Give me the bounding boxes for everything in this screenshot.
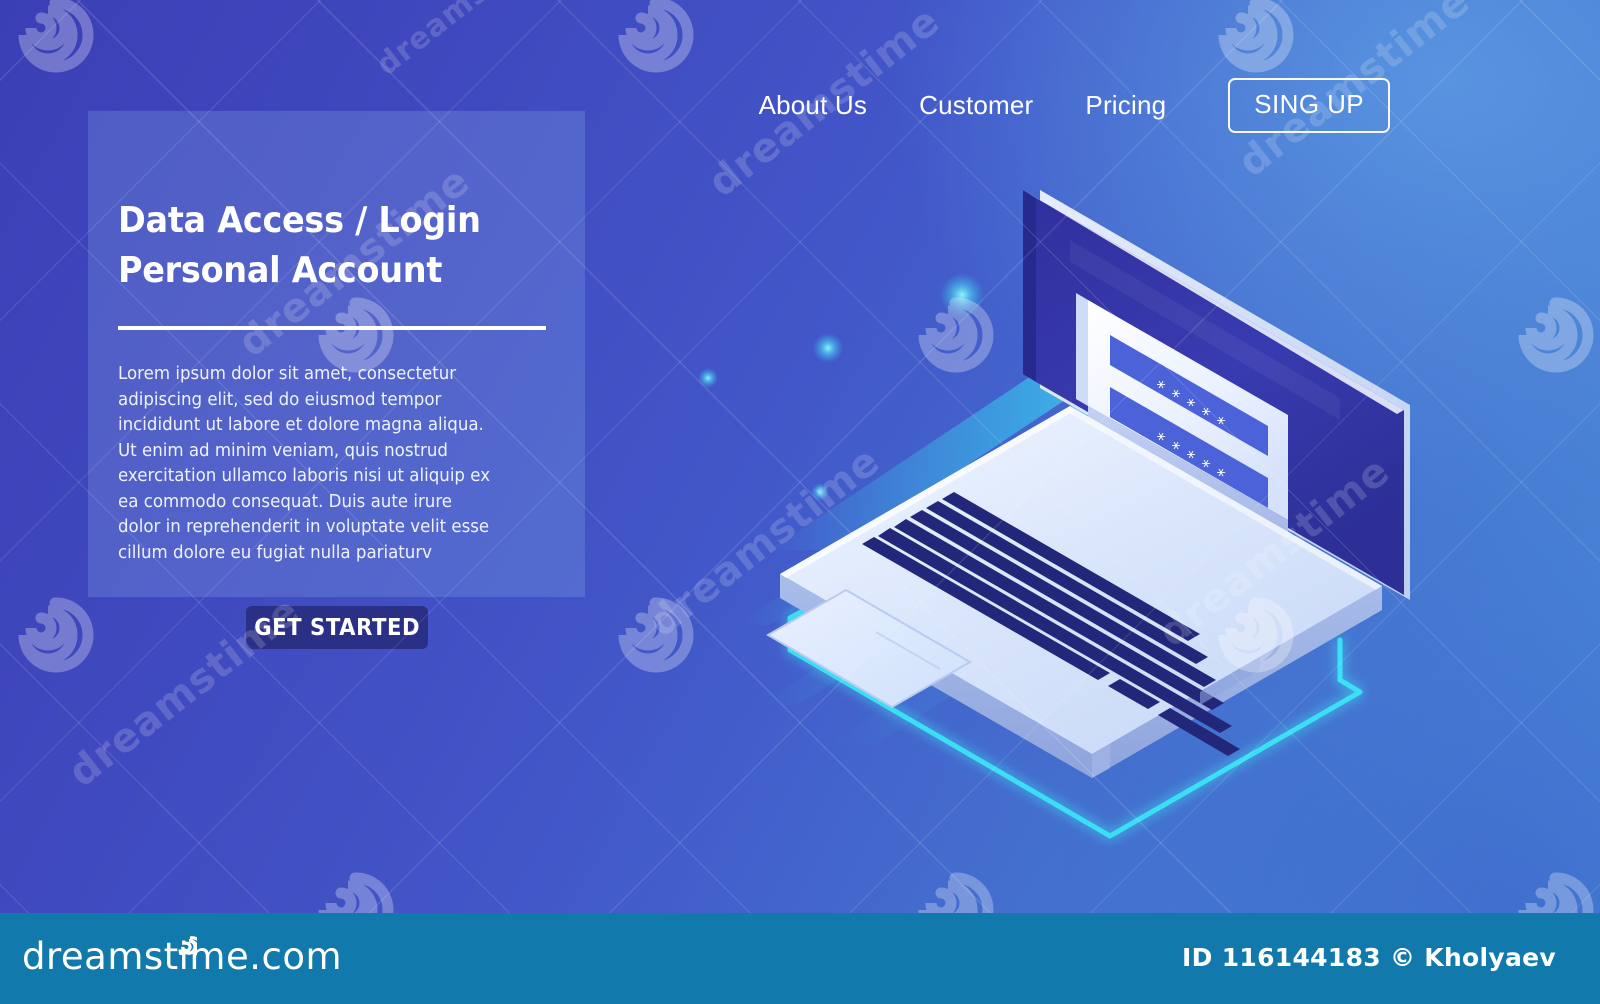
- nav-link-about-us[interactable]: About Us: [733, 90, 894, 121]
- image-credit: ID 116144183 © Kholyaev: [1182, 943, 1556, 972]
- get-started-button[interactable]: GET STARTED: [246, 606, 428, 649]
- get-started-button-label: GET STARTED: [254, 614, 420, 641]
- footer-bar: dreamstime.com ID 116144183 © Kholyaev: [0, 913, 1600, 1004]
- title-divider: [118, 326, 546, 330]
- hero-body-text: Lorem ipsum dolor sit amet, consectetur …: [118, 364, 491, 563]
- isometric-laptop-illustration: * * * * * * * * * *: [640, 120, 1480, 900]
- spiral-icon: [175, 921, 206, 963]
- top-navigation: About Us Customer Pricing SING UP: [733, 78, 1390, 133]
- dreamstime-logo[interactable]: dreamstime.com: [22, 935, 342, 978]
- nav-link-customer[interactable]: Customer: [893, 90, 1059, 121]
- screenshot-stage: * * * * * * * * * * Data Access / Login …: [0, 0, 1600, 1004]
- nav-link-pricing[interactable]: Pricing: [1059, 90, 1192, 121]
- page-title: Data Access / Login Personal Account: [118, 200, 481, 291]
- sign-up-button[interactable]: SING UP: [1228, 78, 1390, 133]
- hero-content: Data Access / Login Personal Account Lor…: [118, 196, 588, 566]
